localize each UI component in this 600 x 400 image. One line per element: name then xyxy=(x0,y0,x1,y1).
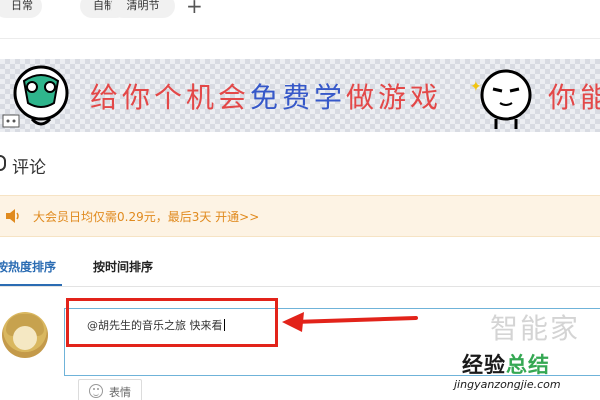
plus-icon[interactable]: + xyxy=(186,0,203,16)
tab-sort-by-time[interactable]: 按时间排序 xyxy=(93,258,153,275)
ad-banner[interactable]: 给你个机会免费学做游戏 ✦ 你能 xyxy=(0,59,600,132)
user-avatar[interactable] xyxy=(2,312,48,358)
mini-cat-icon xyxy=(2,114,20,128)
watermark-brand-part1: 经验 xyxy=(462,353,506,377)
emoji-button[interactable]: 表情 xyxy=(78,379,142,400)
watermark-ghost-text: 智能家 xyxy=(490,312,581,345)
banner-headline: 给你个机会免费学做游戏 xyxy=(90,76,442,116)
smiley-icon xyxy=(89,384,103,398)
page: 日常 自制 清明节 + 给你个机会免费学做游戏 ✦ 你能 评论 大会员日均仅需0… xyxy=(0,0,600,400)
banner-text-part2: 免费学 xyxy=(250,81,347,114)
watermark-brand: 经验总结 xyxy=(462,349,550,379)
tab-sort-by-hot[interactable]: 按热度排序 xyxy=(0,258,56,275)
tag-row: 日常 自制 清明节 + xyxy=(0,0,600,26)
avatar-face xyxy=(13,326,37,350)
watermark-url: jingyanzongjie.com xyxy=(454,378,561,391)
emoji-button-label: 表情 xyxy=(109,386,131,399)
watermark-brand-part2: 总结 xyxy=(506,353,550,377)
annotation-arrow-icon xyxy=(282,312,418,332)
speaker-icon xyxy=(6,209,19,223)
divider xyxy=(0,38,600,39)
comment-icon xyxy=(0,155,6,171)
smug-face-icon xyxy=(480,69,532,129)
sort-tabs: 按热度排序 按时间排序 xyxy=(0,255,600,287)
vip-notice[interactable]: 大会员日均仅需0.29元，最后3天 开通>> xyxy=(0,195,600,237)
comment-title: 评论 xyxy=(12,158,46,178)
tag-daily[interactable]: 日常 xyxy=(0,0,42,18)
tag-qingming[interactable]: 清明节 xyxy=(111,0,175,18)
banner-text-part3: 做游戏 xyxy=(346,81,443,114)
tabs-divider xyxy=(0,286,600,287)
annotation-highlight-box xyxy=(66,298,278,347)
banner-text-part1: 给你个机会 xyxy=(90,81,251,114)
banner-headline-tail: 你能 xyxy=(548,81,600,114)
vip-notice-text[interactable]: 大会员日均仅需0.29元，最后3天 开通>> xyxy=(33,208,259,225)
